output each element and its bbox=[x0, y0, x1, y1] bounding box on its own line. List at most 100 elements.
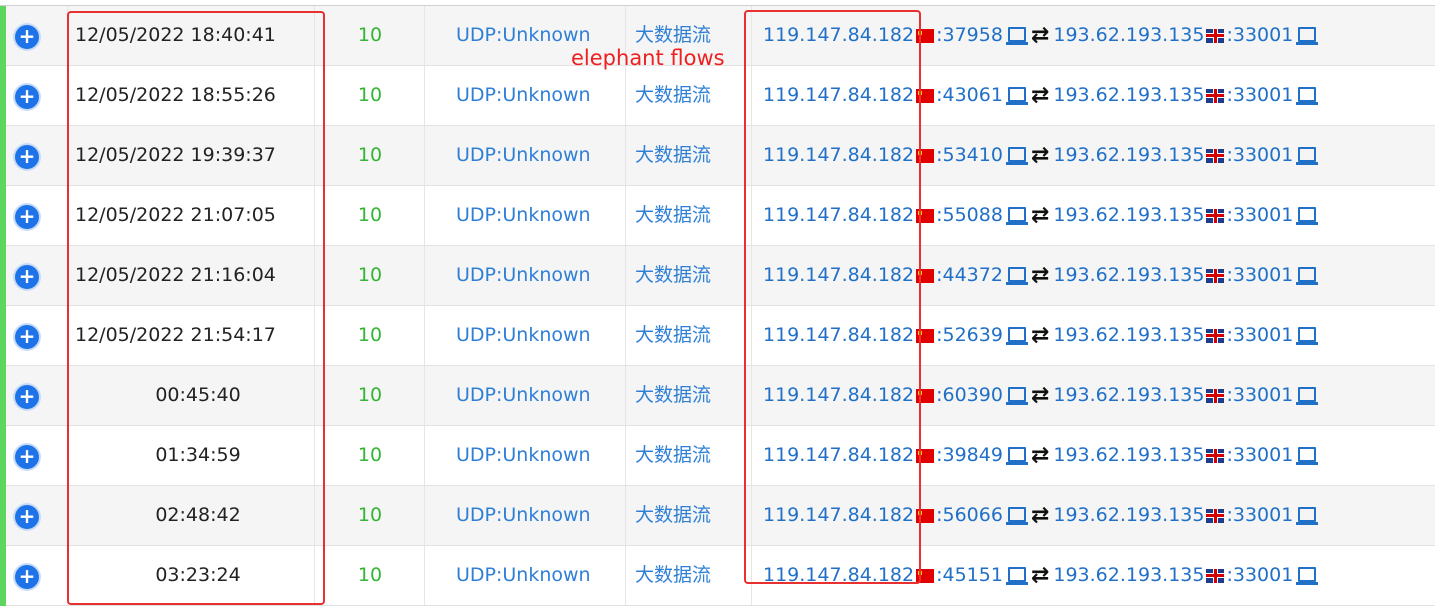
expand-row-button[interactable]: + bbox=[15, 205, 39, 229]
source-port-link[interactable]: :44372 bbox=[936, 246, 1003, 305]
flow-score: 10 bbox=[357, 264, 383, 286]
expand-row-button[interactable]: + bbox=[15, 85, 39, 109]
source-port-link[interactable]: :45151 bbox=[936, 546, 1003, 605]
laptop-icon[interactable] bbox=[1296, 26, 1319, 45]
destination-ip-link[interactable]: 193.62.193.135 bbox=[1053, 306, 1204, 365]
protocol-link[interactable]: UDP:Unknown bbox=[456, 186, 591, 245]
column-divider bbox=[625, 486, 626, 545]
source-port-link[interactable]: :43061 bbox=[936, 66, 1003, 125]
bidirectional-arrows-icon: ⇄ bbox=[1030, 23, 1050, 48]
destination-port-link[interactable]: :33001 bbox=[1226, 126, 1293, 185]
laptop-icon[interactable] bbox=[1296, 566, 1319, 585]
laptop-icon[interactable] bbox=[1005, 26, 1028, 45]
laptop-icon[interactable] bbox=[1005, 86, 1028, 105]
laptop-icon[interactable] bbox=[1296, 86, 1319, 105]
destination-ip-link[interactable]: 193.62.193.135 bbox=[1053, 366, 1204, 425]
protocol-link[interactable]: UDP:Unknown bbox=[456, 426, 591, 485]
laptop-icon[interactable] bbox=[1296, 386, 1319, 405]
uk-flag-icon bbox=[1206, 268, 1225, 283]
destination-port-link[interactable]: :33001 bbox=[1226, 486, 1293, 545]
laptop-icon[interactable] bbox=[1005, 446, 1028, 465]
laptop-icon[interactable] bbox=[1296, 146, 1319, 165]
protocol-link[interactable]: UDP:Unknown bbox=[456, 246, 591, 305]
protocol-link[interactable]: UDP:Unknown bbox=[456, 126, 591, 185]
column-divider bbox=[424, 366, 425, 425]
source-port-link[interactable]: :55088 bbox=[936, 186, 1003, 245]
expand-row-button[interactable]: + bbox=[15, 565, 39, 589]
category-link[interactable]: 大数据流 bbox=[635, 366, 711, 425]
category-link[interactable]: 大数据流 bbox=[635, 246, 711, 305]
source-port-link[interactable]: :53410 bbox=[936, 126, 1003, 185]
laptop-icon[interactable] bbox=[1005, 326, 1028, 345]
bidirectional-arrows-icon: ⇄ bbox=[1030, 383, 1050, 408]
protocol-link[interactable]: UDP:Unknown bbox=[456, 486, 591, 545]
category-link[interactable]: 大数据流 bbox=[635, 486, 711, 545]
protocol-link[interactable]: UDP:Unknown bbox=[456, 66, 591, 125]
column-divider bbox=[625, 186, 626, 245]
protocol-link[interactable]: UDP:Unknown bbox=[456, 366, 591, 425]
expand-row-button[interactable]: + bbox=[15, 265, 39, 289]
destination-ip-link[interactable]: 193.62.193.135 bbox=[1053, 186, 1204, 245]
protocol-link[interactable]: UDP:Unknown bbox=[456, 546, 591, 605]
category-link[interactable]: 大数据流 bbox=[635, 186, 711, 245]
destination-port-link[interactable]: :33001 bbox=[1226, 6, 1293, 65]
laptop-icon[interactable] bbox=[1296, 326, 1319, 345]
expand-row-button[interactable]: + bbox=[15, 325, 39, 349]
destination-ip-link[interactable]: 193.62.193.135 bbox=[1053, 426, 1204, 485]
destination-ip-link[interactable]: 193.62.193.135 bbox=[1053, 126, 1204, 185]
laptop-icon[interactable] bbox=[1296, 266, 1319, 285]
expand-row-button[interactable]: + bbox=[15, 445, 39, 469]
column-divider bbox=[424, 306, 425, 365]
uk-flag-icon bbox=[1206, 388, 1225, 403]
destination-port-link[interactable]: :33001 bbox=[1226, 366, 1293, 425]
column-divider bbox=[625, 66, 626, 125]
protocol-link[interactable]: UDP:Unknown bbox=[456, 306, 591, 365]
source-port-link[interactable]: :56066 bbox=[936, 486, 1003, 545]
source-port-link[interactable]: :60390 bbox=[936, 366, 1003, 425]
destination-port-link[interactable]: :33001 bbox=[1226, 426, 1293, 485]
destination-ip-link[interactable]: 193.62.193.135 bbox=[1053, 246, 1204, 305]
category-link[interactable]: 大数据流 bbox=[635, 66, 711, 125]
source-port-link[interactable]: :37958 bbox=[936, 6, 1003, 65]
laptop-icon[interactable] bbox=[1005, 206, 1028, 225]
laptop-icon[interactable] bbox=[1005, 566, 1028, 585]
bidirectional-arrows-icon: ⇄ bbox=[1030, 263, 1050, 288]
flow-score: 10 bbox=[357, 144, 383, 166]
destination-port-link[interactable]: :33001 bbox=[1226, 66, 1293, 125]
category-link[interactable]: 大数据流 bbox=[635, 306, 711, 365]
destination-port-link[interactable]: :33001 bbox=[1226, 306, 1293, 365]
expand-row-button[interactable]: + bbox=[15, 25, 39, 49]
column-divider bbox=[625, 306, 626, 365]
destination-ip-link[interactable]: 193.62.193.135 bbox=[1053, 6, 1204, 65]
laptop-icon[interactable] bbox=[1005, 146, 1028, 165]
category-link[interactable]: 大数据流 bbox=[635, 126, 711, 185]
laptop-icon[interactable] bbox=[1005, 506, 1028, 525]
uk-flag-icon bbox=[1206, 88, 1225, 103]
category-link[interactable]: 大数据流 bbox=[635, 426, 711, 485]
column-divider bbox=[424, 66, 425, 125]
laptop-icon[interactable] bbox=[1296, 446, 1319, 465]
category-link[interactable]: 大数据流 bbox=[635, 546, 711, 605]
source-ip-highlight-box bbox=[744, 10, 921, 584]
laptop-icon[interactable] bbox=[1296, 206, 1319, 225]
flow-score: 10 bbox=[357, 84, 383, 106]
expand-row-button[interactable]: + bbox=[15, 145, 39, 169]
column-divider bbox=[424, 546, 425, 605]
destination-port-link[interactable]: :33001 bbox=[1226, 246, 1293, 305]
destination-ip-link[interactable]: 193.62.193.135 bbox=[1053, 486, 1204, 545]
laptop-icon[interactable] bbox=[1296, 506, 1319, 525]
laptop-icon[interactable] bbox=[1005, 266, 1028, 285]
expand-row-button[interactable]: + bbox=[15, 385, 39, 409]
source-port-link[interactable]: :52639 bbox=[936, 306, 1003, 365]
source-port-link[interactable]: :39849 bbox=[936, 426, 1003, 485]
flow-score: 10 bbox=[357, 384, 383, 406]
destination-port-link[interactable]: :33001 bbox=[1226, 186, 1293, 245]
destination-port-link[interactable]: :33001 bbox=[1226, 546, 1293, 605]
column-divider bbox=[625, 126, 626, 185]
flow-score: 10 bbox=[357, 444, 383, 466]
expand-row-button[interactable]: + bbox=[15, 505, 39, 529]
laptop-icon[interactable] bbox=[1005, 386, 1028, 405]
bidirectional-arrows-icon: ⇄ bbox=[1030, 203, 1050, 228]
destination-ip-link[interactable]: 193.62.193.135 bbox=[1053, 66, 1204, 125]
destination-ip-link[interactable]: 193.62.193.135 bbox=[1053, 546, 1204, 605]
